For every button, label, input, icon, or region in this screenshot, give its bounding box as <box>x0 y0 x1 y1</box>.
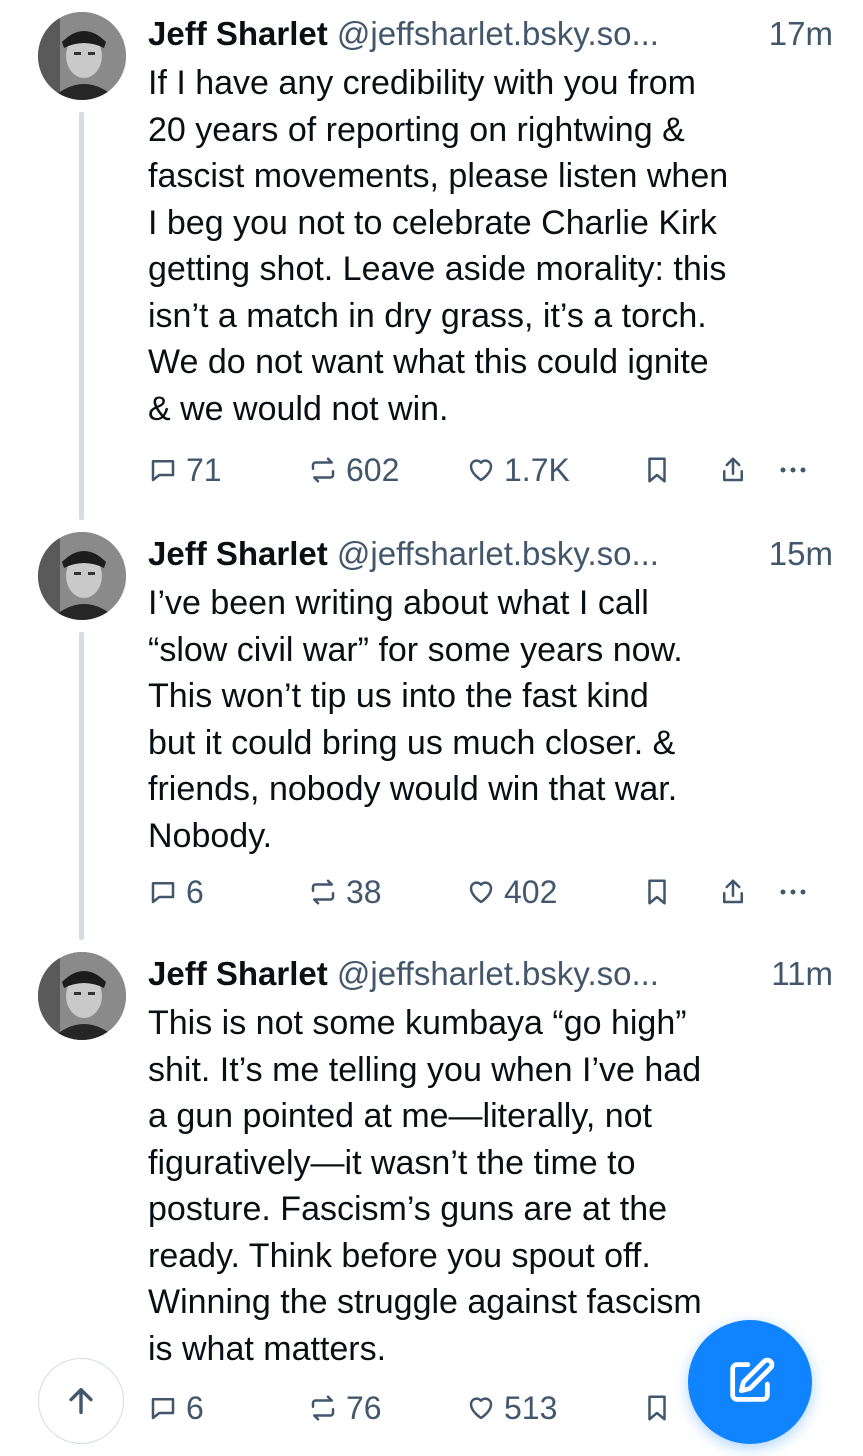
repost-button[interactable]: 76 <box>308 1386 382 1430</box>
share-upload-icon <box>723 879 743 904</box>
like-button[interactable]: 402 <box>466 870 557 914</box>
post-header: Jeff Sharlet @jeffsharlet.bsky.so... 11m <box>148 950 833 998</box>
scroll-to-top-button[interactable] <box>38 1358 124 1444</box>
like-count: 513 <box>504 1389 558 1426</box>
post-time[interactable]: 17m <box>762 10 833 58</box>
reply-button[interactable]: 6 <box>148 870 204 914</box>
reply-count: 6 <box>186 1389 204 1426</box>
post-time[interactable]: 15m <box>762 530 833 578</box>
author-handle[interactable]: @jeffsharlet.bsky.so... <box>337 955 659 992</box>
like-count: 1.7K <box>504 451 570 488</box>
more-options-button[interactable] <box>778 870 816 914</box>
share-button[interactable] <box>718 870 748 914</box>
speech-bubble-icon <box>151 460 175 482</box>
avatar[interactable] <box>38 532 126 620</box>
heart-icon <box>469 459 493 482</box>
like-count: 402 <box>504 873 558 910</box>
repost-arrows-icon <box>311 457 335 483</box>
repost-count: 602 <box>346 451 400 488</box>
post-text: If I have any credibility with you from … <box>148 64 729 428</box>
repost-arrows-icon <box>311 879 335 905</box>
compose-button[interactable] <box>688 1320 812 1444</box>
repost-count: 38 <box>346 873 382 910</box>
reply-count: 71 <box>186 451 222 488</box>
post-text: This is not some kumbaya “go high” shit.… <box>148 1004 702 1368</box>
thread-line <box>79 112 84 520</box>
author-handle[interactable]: @jeffsharlet.bsky.so... <box>337 15 659 52</box>
repost-button[interactable]: 602 <box>308 448 399 492</box>
post-actions: 6 38 402 <box>148 870 823 914</box>
author-handle[interactable]: @jeffsharlet.bsky.so... <box>337 535 659 572</box>
ellipsis-icon <box>780 467 806 473</box>
avatar[interactable] <box>38 952 126 1040</box>
like-button[interactable]: 1.7K <box>466 448 570 492</box>
post-header: Jeff Sharlet @jeffsharlet.bsky.so... 17m <box>148 10 833 58</box>
share-button[interactable] <box>718 448 748 492</box>
compose-pencil-icon <box>730 1357 775 1402</box>
post-header: Jeff Sharlet @jeffsharlet.bsky.so... 15m <box>148 530 833 578</box>
bookmark-button[interactable] <box>642 448 672 492</box>
bookmark-icon <box>648 457 666 483</box>
heart-icon <box>469 881 493 904</box>
repost-arrows-icon <box>311 1395 335 1421</box>
more-options-button[interactable] <box>778 448 816 492</box>
author-name[interactable]: Jeff Sharlet <box>148 535 328 572</box>
repost-count: 76 <box>346 1389 382 1426</box>
thread-line <box>79 632 84 940</box>
avatar[interactable] <box>38 12 126 100</box>
speech-bubble-icon <box>151 882 175 904</box>
share-upload-icon <box>723 457 743 482</box>
post-actions: 71 602 1.7K <box>148 448 823 492</box>
speech-bubble-icon <box>151 1398 175 1420</box>
bookmark-icon <box>648 879 666 905</box>
post-time[interactable]: 11m <box>765 950 833 998</box>
bookmark-icon <box>648 1395 666 1421</box>
post-text: I’ve been writing about what I call “slo… <box>148 584 683 855</box>
reply-button[interactable]: 6 <box>148 1386 204 1430</box>
like-button[interactable]: 513 <box>466 1386 557 1430</box>
arrow-up-icon <box>69 1387 93 1415</box>
bookmark-button[interactable] <box>642 870 672 914</box>
author-name[interactable]: Jeff Sharlet <box>148 15 328 52</box>
ellipsis-icon <box>780 889 806 895</box>
repost-button[interactable]: 38 <box>308 870 382 914</box>
heart-icon <box>469 1397 493 1420</box>
author-name[interactable]: Jeff Sharlet <box>148 955 328 992</box>
reply-button[interactable]: 71 <box>148 448 222 492</box>
bookmark-button[interactable] <box>642 1386 672 1430</box>
reply-count: 6 <box>186 873 204 910</box>
